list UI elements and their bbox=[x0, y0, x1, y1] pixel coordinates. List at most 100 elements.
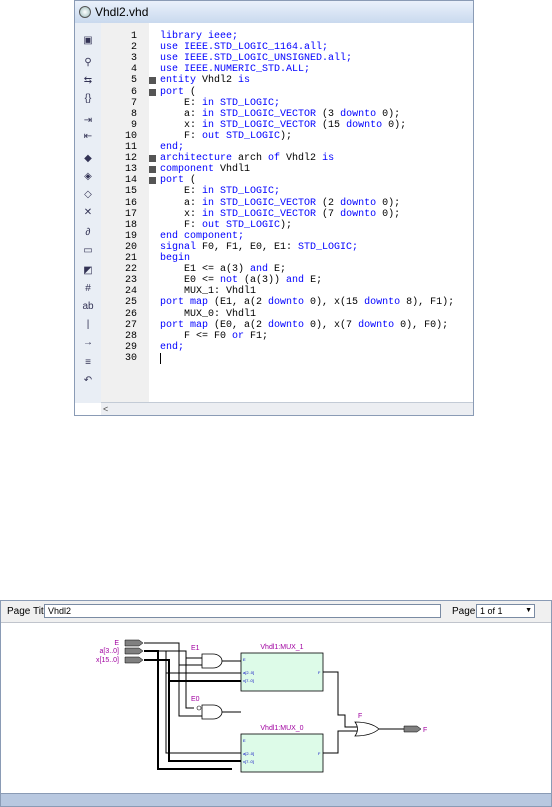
input-port-e: E bbox=[114, 639, 144, 647]
code-token: F: bbox=[160, 130, 203, 142]
input-port-a: a[3..0] bbox=[100, 647, 144, 655]
code-token: downto bbox=[346, 119, 389, 131]
horizontal-scrollbar[interactable]: < bbox=[101, 402, 473, 415]
code-token: signal bbox=[160, 241, 203, 253]
fold-marker-icon[interactable] bbox=[149, 155, 156, 163]
code-token: E: bbox=[160, 186, 203, 198]
code-token: E1 <= a(3) bbox=[160, 264, 251, 276]
indent-icon[interactable]: ⇥ bbox=[81, 113, 95, 127]
code-line[interactable]: architecture arch of Vhdl2 is bbox=[160, 153, 334, 164]
scroll-left-arrow-icon[interactable]: < bbox=[103, 403, 108, 415]
marker-next-icon[interactable]: ◈ bbox=[81, 169, 95, 183]
mux-1-port-e: E bbox=[243, 657, 246, 662]
code-line[interactable]: port ( bbox=[160, 175, 196, 186]
fold-marker-icon[interactable] bbox=[149, 166, 156, 174]
line-number: 14 bbox=[124, 175, 137, 187]
mux-0-port-x: x[7..0] bbox=[243, 759, 254, 764]
port-label-x: x[15..0] bbox=[96, 657, 119, 664]
code-line[interactable]: entity Vhdl2 is bbox=[160, 75, 250, 86]
code-line[interactable]: port map (E0, a(2 downto 0), x(7 downto … bbox=[160, 320, 448, 331]
code-line[interactable]: F <= F0 or F1; bbox=[160, 331, 268, 342]
code-line[interactable]: MUX_0: Vhdl1 bbox=[160, 309, 256, 320]
line-number: 26 bbox=[124, 308, 137, 320]
line-number: 8 bbox=[130, 108, 137, 120]
line-number: 17 bbox=[124, 208, 137, 220]
marker-prev-icon[interactable]: ◇ bbox=[81, 187, 95, 201]
fold-marker-icon[interactable] bbox=[149, 177, 156, 185]
code-line[interactable]: E: in STD_LOGIC; bbox=[160, 186, 280, 197]
code-token: 0); bbox=[382, 108, 401, 120]
code-token: in STD_LOGIC_VECTOR bbox=[202, 208, 323, 220]
insert-template-icon[interactable]: ◩ bbox=[81, 263, 95, 277]
mux-1-port-a: a[2..0] bbox=[243, 670, 254, 675]
code-token: 0), x(7 bbox=[310, 319, 359, 331]
code-line[interactable]: a: in STD_LOGIC_VECTOR (2 downto 0); bbox=[160, 198, 400, 209]
code-line[interactable]: component Vhdl1 bbox=[160, 164, 250, 175]
outdent-icon[interactable]: ⇤ bbox=[81, 129, 95, 143]
marker-icon[interactable]: ◆ bbox=[81, 151, 95, 165]
fold-marker-icon[interactable] bbox=[149, 88, 156, 96]
code-token: E; bbox=[310, 275, 323, 287]
code-line[interactable]: port map (E1, a(2 downto 0), x(15 downto… bbox=[160, 297, 454, 308]
code-token: (3 bbox=[322, 108, 341, 120]
attach-icon[interactable]: ∂ bbox=[81, 225, 95, 239]
mux-1-port-x: x[7..0] bbox=[243, 678, 254, 683]
code-line[interactable]: E: in STD_LOGIC; bbox=[160, 98, 280, 109]
line-number: 3 bbox=[130, 53, 137, 65]
code-line[interactable]: begin bbox=[160, 253, 190, 264]
code-line[interactable]: F: out STD_LOGIC); bbox=[160, 131, 292, 142]
code-token: E; bbox=[274, 264, 287, 276]
window-icon[interactable]: ▣ bbox=[81, 33, 95, 47]
code-line[interactable]: end; bbox=[160, 342, 184, 353]
instance-mux-0[interactable]: Vhdl1:MUX_0 E a[2..0] x[7..0] F bbox=[240, 725, 324, 773]
insert-line-icon[interactable]: → bbox=[81, 335, 95, 349]
line-number: 30 bbox=[124, 352, 137, 364]
align-icon[interactable]: ≡ bbox=[81, 355, 95, 369]
find-replace-icon[interactable]: ⇆ bbox=[81, 73, 95, 87]
undo-icon[interactable]: ↶ bbox=[81, 373, 95, 387]
code-line[interactable]: signal F0, F1, E0, E1: STD_LOGIC; bbox=[160, 242, 358, 253]
code-area[interactable]: library ieee; use IEEE.STD_LOGIC_1164.all… bbox=[149, 23, 473, 403]
page-select[interactable]: 1 of 1 ▼ bbox=[476, 604, 535, 618]
code-token: downto bbox=[268, 297, 311, 309]
code-line[interactable]: use IEEE.STD_LOGIC_UNSIGNED.all; bbox=[160, 53, 352, 64]
code-line[interactable]: port ( bbox=[160, 87, 196, 98]
code-line[interactable]: use IEEE.STD_LOGIC_1164.all; bbox=[160, 42, 328, 53]
binoculars-icon[interactable]: ⚲ bbox=[81, 55, 95, 69]
port-label-a: a[3..0] bbox=[100, 648, 120, 655]
fold-marker-icon[interactable] bbox=[149, 77, 156, 85]
code-line[interactable]: MUX_1: Vhdl1 bbox=[160, 286, 256, 297]
insert-block-icon[interactable]: ▭ bbox=[81, 243, 95, 257]
code-line[interactable]: end component; bbox=[160, 231, 244, 242]
marker-clear-icon[interactable]: ✕ bbox=[81, 205, 95, 219]
spell-icon[interactable]: ab bbox=[81, 299, 95, 313]
braces-icon[interactable]: {} bbox=[81, 91, 95, 105]
code-line[interactable]: end; bbox=[160, 142, 184, 153]
dropdown-arrow-icon[interactable]: ▼ bbox=[525, 605, 532, 617]
line-numbers-icon[interactable]: # bbox=[81, 281, 95, 295]
code-line[interactable]: library ieee; bbox=[160, 31, 238, 42]
instance-label-mux-1: Vhdl1:MUX_1 bbox=[260, 644, 303, 651]
code-token: architecture bbox=[160, 153, 239, 165]
input-port-x: x[15..0] bbox=[96, 656, 144, 664]
code-token: F1; bbox=[250, 330, 269, 342]
code-line[interactable]: x: in STD_LOGIC_VECTOR (15 downto 0); bbox=[160, 120, 406, 131]
code-token: MUX_0: Vhdl1 bbox=[160, 308, 257, 320]
page-title-input[interactable]: Vhdl2 bbox=[44, 604, 441, 618]
line-number: 16 bbox=[124, 197, 137, 209]
code-line[interactable]: a: in STD_LOGIC_VECTOR (3 downto 0); bbox=[160, 109, 400, 120]
code-line[interactable]: E0 <= not (a(3)) and E; bbox=[160, 275, 322, 286]
signal-label-f: F bbox=[358, 713, 362, 720]
code-token: (a(3)) bbox=[244, 275, 287, 287]
viewer-header-bar: Page Title: Vhdl2 Page: 1 of 1 ▼ bbox=[1, 601, 551, 623]
code-token: of bbox=[268, 153, 287, 165]
code-line[interactable]: x: in STD_LOGIC_VECTOR (7 downto 0); bbox=[160, 209, 400, 220]
instance-label-mux-0: Vhdl1:MUX_0 bbox=[260, 725, 303, 732]
code-token: is bbox=[322, 153, 335, 165]
vertical-bar-icon[interactable]: | bbox=[81, 317, 95, 331]
code-line[interactable]: E1 <= a(3) and E; bbox=[160, 264, 286, 275]
code-token: a: bbox=[160, 197, 203, 209]
code-line[interactable]: F: out STD_LOGIC); bbox=[160, 220, 292, 231]
instance-mux-1[interactable]: Vhdl1:MUX_1 E a[2..0] x[7..0] F bbox=[240, 644, 324, 692]
code-line[interactable]: use IEEE.NUMERIC_STD.ALL; bbox=[160, 64, 310, 75]
